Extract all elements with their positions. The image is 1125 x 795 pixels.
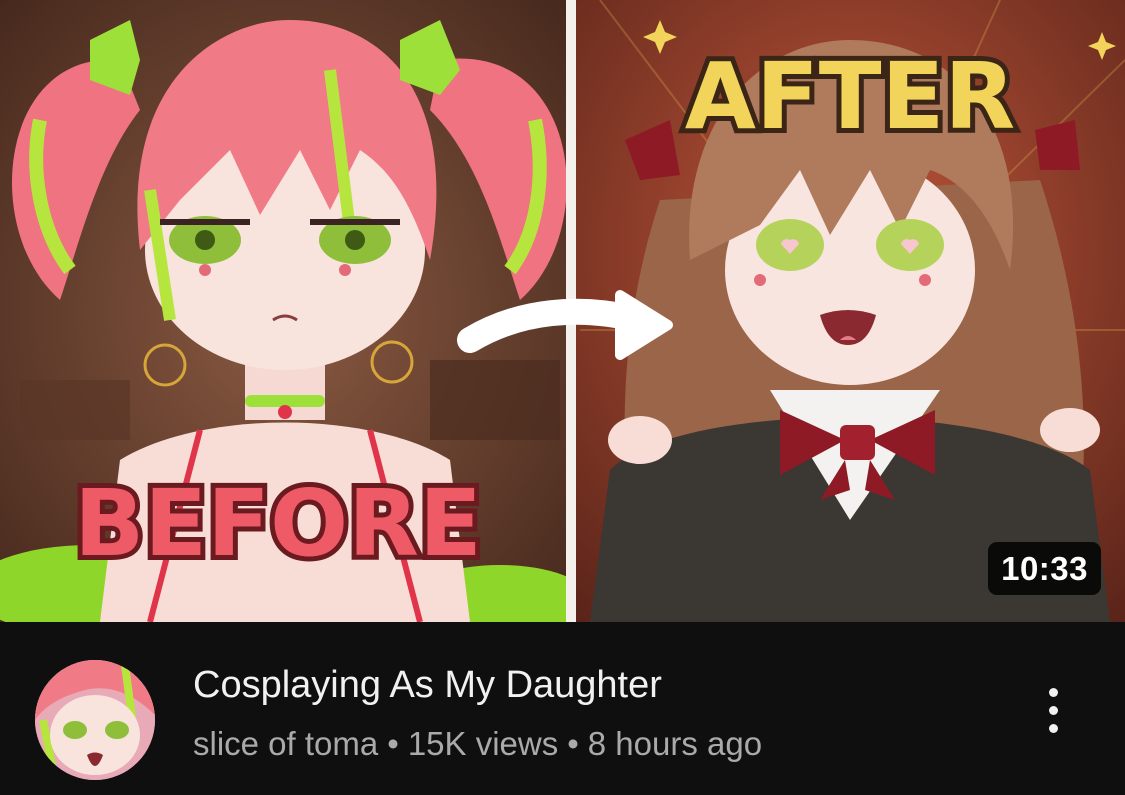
avatar-image: [35, 660, 155, 780]
channel-name[interactable]: slice of toma: [193, 725, 378, 762]
separator-dot: •: [387, 725, 399, 762]
more-vert-icon[interactable]: [1030, 677, 1076, 743]
thumbnail-artwork: AFTER BEFORE: [0, 0, 1125, 622]
video-subline: slice of toma • 15K views • 8 hours ago: [193, 725, 762, 763]
more-dot: [1048, 705, 1058, 715]
duration-badge: 10:33: [988, 542, 1101, 595]
more-dot: [1048, 687, 1058, 697]
video-metadata: Cosplaying As My Daughter slice of toma •…: [0, 622, 1125, 795]
after-label: AFTER: [685, 43, 1016, 150]
separator-dot: •: [567, 725, 579, 762]
upload-age: 8 hours ago: [587, 725, 763, 762]
video-title[interactable]: Cosplaying As My Daughter: [193, 664, 662, 707]
more-dot: [1048, 723, 1058, 733]
video-thumbnail[interactable]: AFTER BEFORE 10:33: [0, 0, 1125, 622]
before-label: BEFORE: [74, 470, 482, 577]
view-count: 15K views: [407, 725, 559, 762]
channel-avatar[interactable]: [35, 660, 155, 780]
